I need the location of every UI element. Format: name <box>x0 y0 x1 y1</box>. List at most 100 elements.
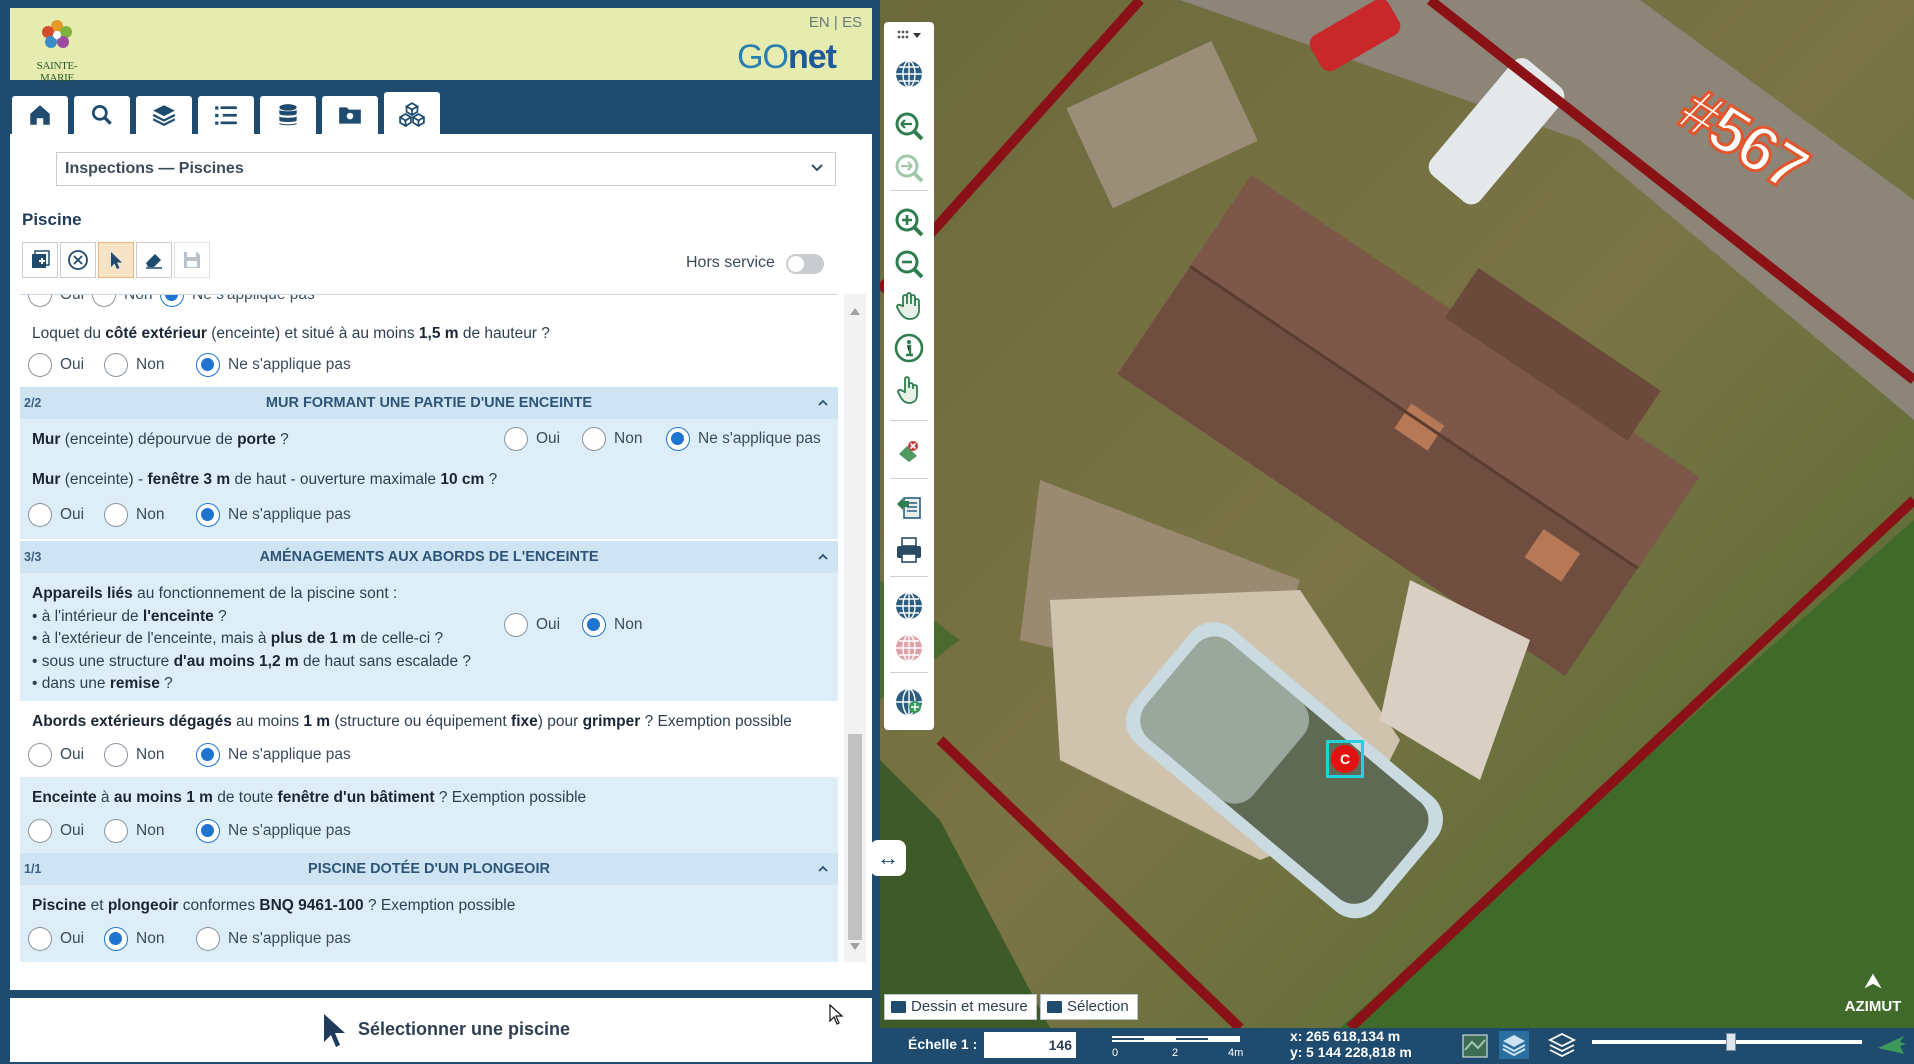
radio-yes[interactable]: Oui <box>28 927 84 951</box>
radio-yes[interactable]: Oui <box>28 819 84 843</box>
panel-resize-handle[interactable]: ↔ <box>870 840 906 876</box>
clear-selection-button[interactable] <box>891 432 927 468</box>
form-type-select[interactable]: Inspections — Piscines <box>56 152 836 186</box>
question-mur-fenetre: Mur (enceinte) - fenêtre 3 m de haut - o… <box>20 459 838 539</box>
radio-dot <box>196 927 220 951</box>
radio-na[interactable]: Ne s'applique pas <box>196 927 351 951</box>
radio-no[interactable]: Non <box>104 927 164 951</box>
globe-icon <box>896 592 922 620</box>
slider-knob[interactable] <box>1726 1033 1736 1051</box>
select-button[interactable] <box>98 242 134 278</box>
map-layers-icon[interactable] <box>1460 1032 1490 1060</box>
full-extent-button[interactable] <box>891 56 927 92</box>
q-bold: 10 cm <box>440 471 485 488</box>
add-record-icon <box>32 250 50 268</box>
q-text: et <box>86 897 108 914</box>
q-text: (enceinte) dépourvue de <box>60 431 238 448</box>
radio-no[interactable]: Non <box>582 613 642 637</box>
radio-label: Non <box>614 430 643 447</box>
toolbar-grip[interactable] <box>891 24 927 46</box>
select-pool-bar[interactable]: Sélectionner une piscine <box>10 998 872 1062</box>
radio-no[interactable]: Non <box>582 427 642 451</box>
radio-no[interactable]: Non <box>92 295 152 307</box>
radio-no[interactable]: Non <box>104 819 164 843</box>
radio-na[interactable]: Ne s'applique pas <box>160 295 315 307</box>
scale-tick: 2 <box>1172 1047 1178 1059</box>
radio-yes[interactable]: Oui <box>504 427 560 451</box>
tab-layers[interactable] <box>136 96 192 134</box>
erase-button[interactable] <box>136 242 172 278</box>
select-feature-button[interactable] <box>891 372 927 408</box>
q-bold: plus de 1 m <box>270 630 357 647</box>
language-switcher[interactable]: EN | ES <box>809 14 862 31</box>
section-header-diving[interactable]: 1/1 PISCINE DOTÉE D'UN PLONGEOIR <box>20 853 838 885</box>
radio-dot <box>196 819 220 843</box>
radio-yes[interactable]: Oui <box>28 743 84 767</box>
q-bold: Piscine <box>32 897 87 914</box>
list-icon <box>215 106 237 125</box>
zoom-next-button[interactable] <box>891 150 927 186</box>
q-text: du <box>79 325 106 342</box>
zoom-previous-button[interactable] <box>891 108 927 144</box>
radio-no[interactable]: Non <box>104 353 164 377</box>
radio-label: Ne s'applique pas <box>228 356 351 373</box>
form-scrollbar[interactable] <box>844 294 866 962</box>
folder-icon <box>1047 1001 1062 1013</box>
identify-button[interactable] <box>891 330 927 366</box>
add-button[interactable] <box>22 242 58 278</box>
tab-data[interactable] <box>260 96 316 134</box>
radio-na[interactable]: Ne s'applique pas <box>196 503 351 527</box>
out-of-service-toggle[interactable] <box>786 254 824 274</box>
grip-icon <box>897 30 921 39</box>
radio-yes[interactable]: Oui <box>28 353 84 377</box>
cancel-button[interactable] <box>60 242 96 278</box>
radio-yes[interactable]: Oui <box>28 295 84 307</box>
folder-icon <box>339 107 361 124</box>
q-line: • sous une structure d'au moins 1,2 m de… <box>32 651 471 674</box>
q-line: • dans une remise ? <box>32 673 471 696</box>
scroll-down-arrow-icon[interactable] <box>850 943 860 950</box>
basemap-button[interactable] <box>891 588 927 624</box>
q-bold: grimper <box>582 713 641 730</box>
tab-drawing[interactable]: Dessin et mesure <box>884 994 1037 1020</box>
cancel-icon <box>68 250 88 270</box>
tab-modules[interactable] <box>384 92 440 136</box>
section-header-surroundings[interactable]: 3/3 AMÉNAGEMENTS AUX ABORDS DE L'ENCEINT… <box>20 541 838 573</box>
tab-files[interactable] <box>322 96 378 134</box>
geolocate-button[interactable] <box>891 684 927 720</box>
zoom-in-button[interactable] <box>891 204 927 240</box>
radio-na[interactable]: Ne s'applique pas <box>196 819 351 843</box>
layers-outline-icon[interactable] <box>1546 1030 1578 1060</box>
section-header-wall[interactable]: 2/2 MUR FORMANT UNE PARTIE D'UNE ENCEINT… <box>20 387 838 419</box>
coord-y-value: 5 144 228,818 m <box>1306 1044 1412 1060</box>
export-button[interactable] <box>891 488 927 524</box>
radio-no[interactable]: Non <box>104 743 164 767</box>
basemap-alt-button[interactable] <box>891 630 927 666</box>
print-button[interactable] <box>891 532 927 568</box>
tab-legend[interactable] <box>198 96 254 134</box>
radio-na[interactable]: Ne s'applique pas <box>196 743 351 767</box>
zoom-out-button[interactable] <box>891 246 927 282</box>
clear-selection-icon <box>899 441 918 462</box>
toolbar-separator <box>890 420 928 421</box>
stacked-layers-icon[interactable] <box>1498 1030 1530 1060</box>
save-button[interactable] <box>174 242 210 278</box>
radio-yes[interactable]: Oui <box>504 613 560 637</box>
q-text: à <box>96 789 114 806</box>
radio-dot <box>28 503 52 527</box>
tab-home[interactable] <box>12 96 68 134</box>
scroll-thumb[interactable] <box>848 734 862 940</box>
radio-yes[interactable]: Oui <box>28 503 84 527</box>
radio-no[interactable]: Non <box>104 503 164 527</box>
radio-na[interactable]: Ne s'applique pas <box>666 427 821 451</box>
scroll-up-arrow-icon[interactable] <box>850 308 860 315</box>
opacity-slider[interactable] <box>1592 1033 1862 1051</box>
tab-selection[interactable]: Sélection <box>1040 994 1138 1020</box>
radio-na[interactable]: Ne s'applique pas <box>196 353 351 377</box>
pool-marker[interactable]: C <box>1326 740 1364 778</box>
tab-search[interactable] <box>74 96 130 134</box>
plane-icon[interactable] <box>1876 1030 1908 1060</box>
section-title-text: AMÉNAGEMENTS AUX ABORDS DE L'ENCEINTE <box>259 549 599 565</box>
scale-input[interactable]: 146 <box>984 1032 1076 1058</box>
pan-button[interactable] <box>891 288 927 324</box>
